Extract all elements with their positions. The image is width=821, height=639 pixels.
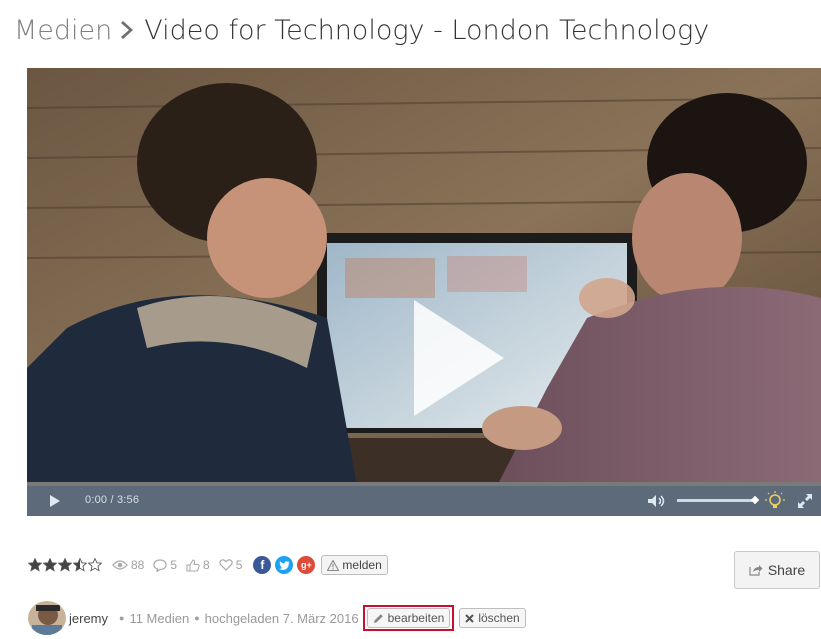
media-count[interactable]: 11 Medien (129, 611, 189, 626)
heart-icon (219, 559, 233, 571)
favorites-count: 5 (235, 558, 243, 572)
likes-count: 8 (203, 558, 210, 572)
progress-bar[interactable] (27, 482, 821, 486)
report-label: melden (342, 558, 382, 572)
close-icon (465, 613, 475, 623)
separator-dot: ● (119, 613, 125, 623)
separator-dot: ● (194, 613, 200, 623)
views-stat: 88 (112, 558, 144, 572)
edit-button[interactable]: bearbeiten (366, 608, 451, 628)
views-count: 88 (131, 558, 145, 572)
star-rating[interactable] (28, 558, 102, 572)
share-icon (749, 565, 763, 576)
fullscreen-icon[interactable] (797, 493, 813, 509)
play-icon[interactable] (49, 494, 61, 508)
report-button[interactable]: melden (321, 555, 388, 575)
uploader-username[interactable]: jeremy (69, 611, 108, 626)
social-share-buttons: f g+ (253, 556, 316, 574)
delete-label: löschen (478, 611, 520, 625)
volume-icon[interactable] (647, 494, 667, 508)
breadcrumb-current: Video for Technology - London Technology (144, 14, 710, 46)
comments-count: 5 (170, 558, 178, 572)
uploader-row: jeremy ● 11 Medien ● hochgeladen 7. März… (28, 601, 526, 635)
time-display: 0:00 / 3:56 (85, 494, 140, 506)
share-button[interactable]: Share (734, 551, 820, 589)
googleplus-icon[interactable]: g+ (297, 556, 316, 574)
twitter-icon[interactable] (275, 556, 294, 574)
media-stats-row: 88 5 8 5 f g+ melden (28, 553, 388, 577)
comment-icon (153, 558, 167, 572)
player-controls: 0:00 / 3:56 (27, 482, 821, 516)
likes-stat[interactable]: 8 (186, 558, 210, 572)
comments-stat[interactable]: 5 (153, 558, 177, 572)
video-player[interactable]: 0:00 / 3:56 (27, 68, 821, 516)
pencil-icon (373, 613, 383, 623)
favorites-stat[interactable]: 5 (219, 558, 243, 572)
play-overlay-icon[interactable] (414, 300, 504, 416)
volume-knob[interactable] (750, 495, 760, 505)
star-icon[interactable] (43, 558, 57, 572)
eye-icon (112, 560, 128, 570)
edit-label: bearbeiten (387, 611, 445, 625)
chevron-right-icon (116, 16, 140, 44)
facebook-icon[interactable]: f (253, 556, 272, 574)
volume-slider[interactable] (677, 495, 760, 505)
edit-highlight: bearbeiten (362, 605, 455, 631)
breadcrumb-parent-link[interactable]: Medien (14, 15, 112, 46)
warning-icon (327, 559, 340, 571)
upload-date: hochgeladen 7. März 2016 (204, 610, 359, 626)
avatar[interactable] (28, 601, 66, 635)
star-icon[interactable] (88, 558, 102, 572)
star-icon[interactable] (58, 558, 72, 572)
delete-button[interactable]: löschen (459, 608, 526, 628)
video-frame (27, 68, 821, 486)
lightbulb-icon[interactable] (765, 491, 785, 511)
star-icon[interactable] (28, 558, 42, 572)
page-title: Medien Video for Technology - London Tec… (14, 8, 709, 52)
share-label: Share (767, 562, 806, 578)
star-icon[interactable] (73, 558, 87, 572)
thumbs-up-icon (186, 558, 200, 572)
